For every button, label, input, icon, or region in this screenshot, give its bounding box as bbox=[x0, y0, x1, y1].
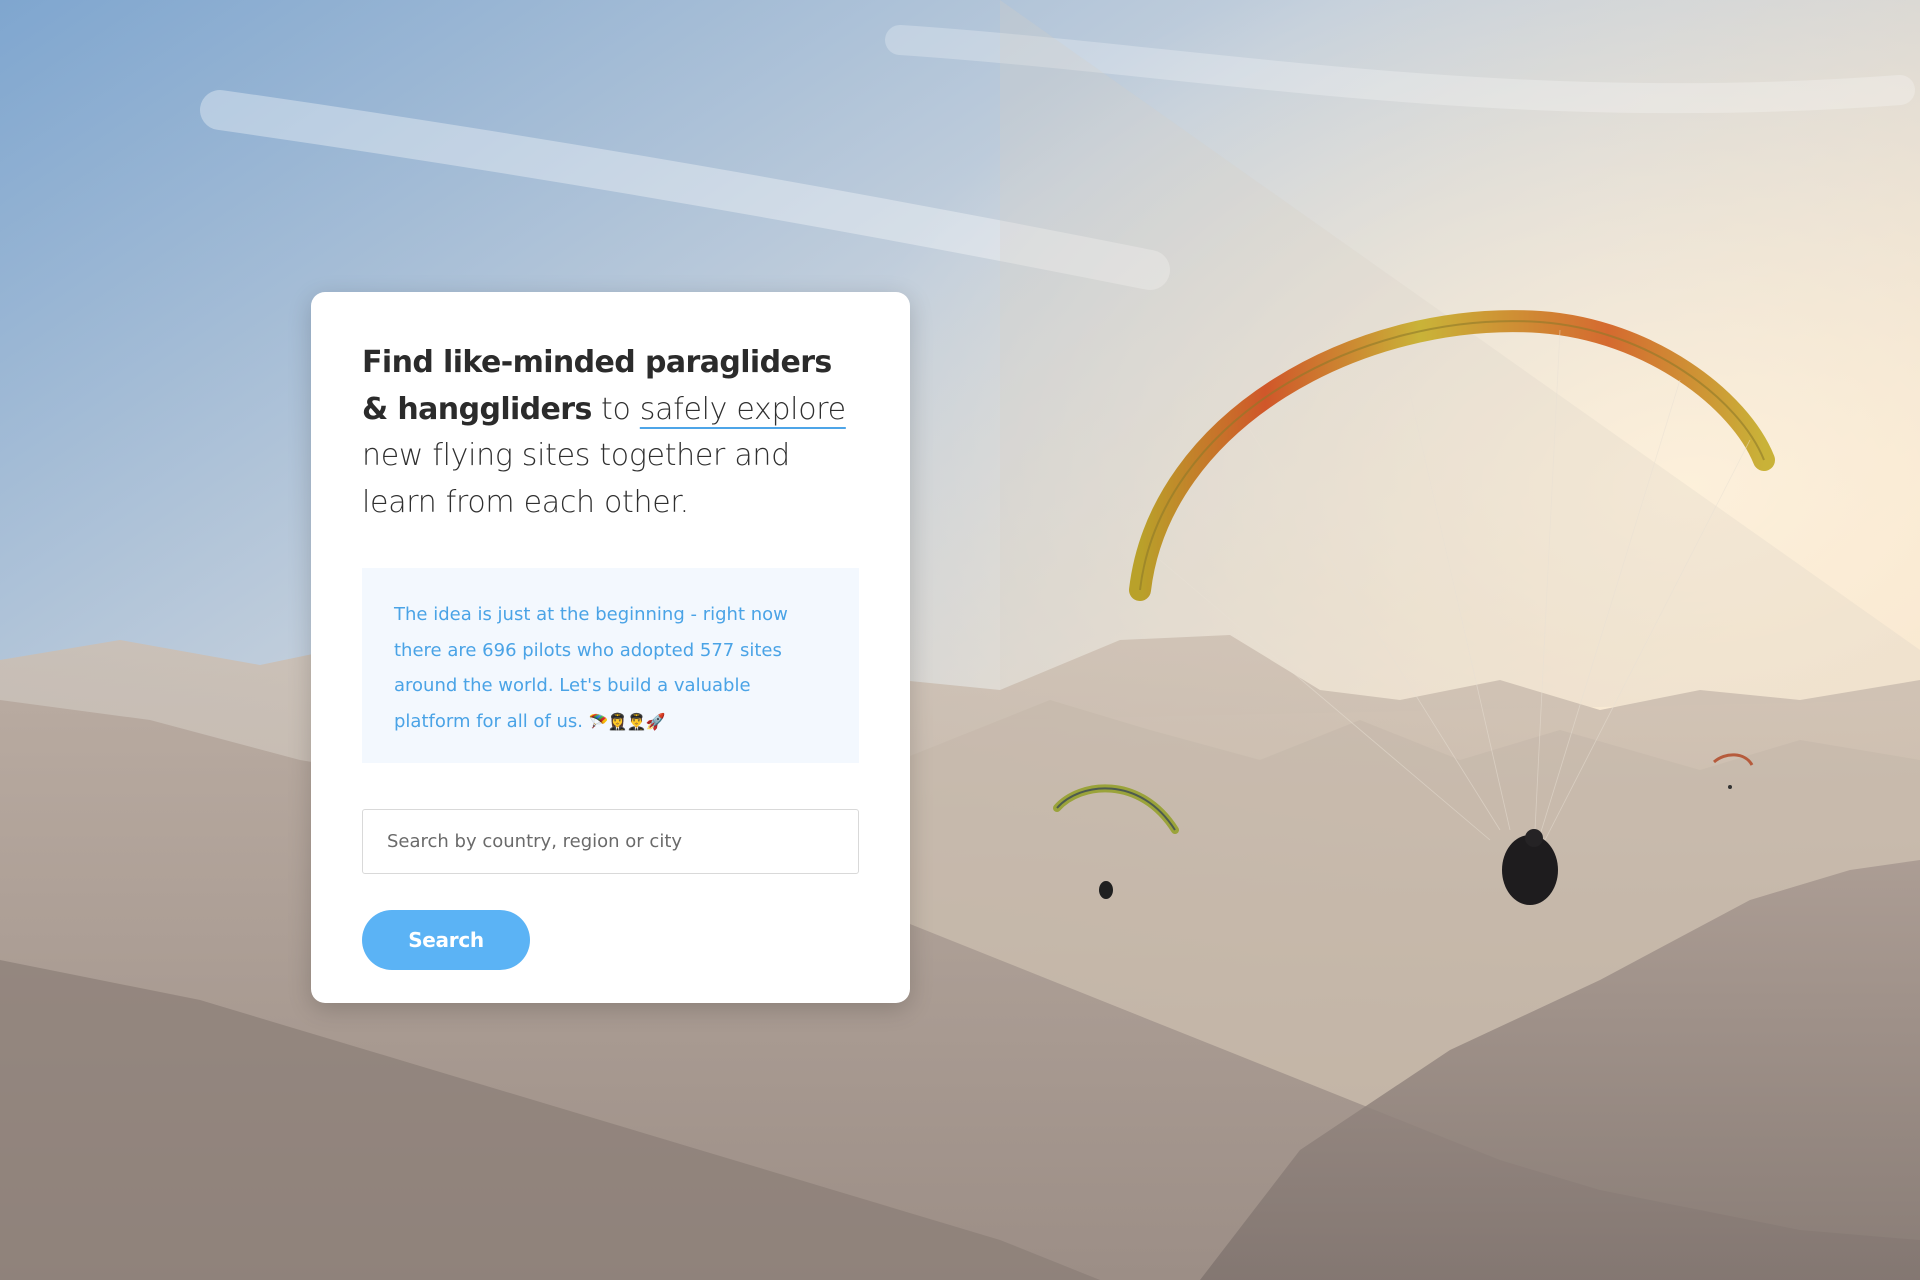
intro-card: Find like-minded paragliders & hangglide… bbox=[311, 292, 910, 1003]
info-emoji: 🪂👩‍✈️👨‍✈️🚀 bbox=[588, 711, 666, 731]
headline-rest: new flying sites together and learn from… bbox=[362, 438, 790, 520]
search-button[interactable]: Search bbox=[362, 910, 530, 970]
headline-highlight: safely explore bbox=[639, 391, 846, 427]
headline-to: to bbox=[601, 391, 631, 427]
search-input[interactable] bbox=[362, 809, 859, 874]
info-box: The idea is just at the beginning - righ… bbox=[362, 568, 859, 763]
headline: Find like-minded paragliders & hangglide… bbox=[362, 340, 859, 526]
background-photo bbox=[0, 0, 1920, 1280]
